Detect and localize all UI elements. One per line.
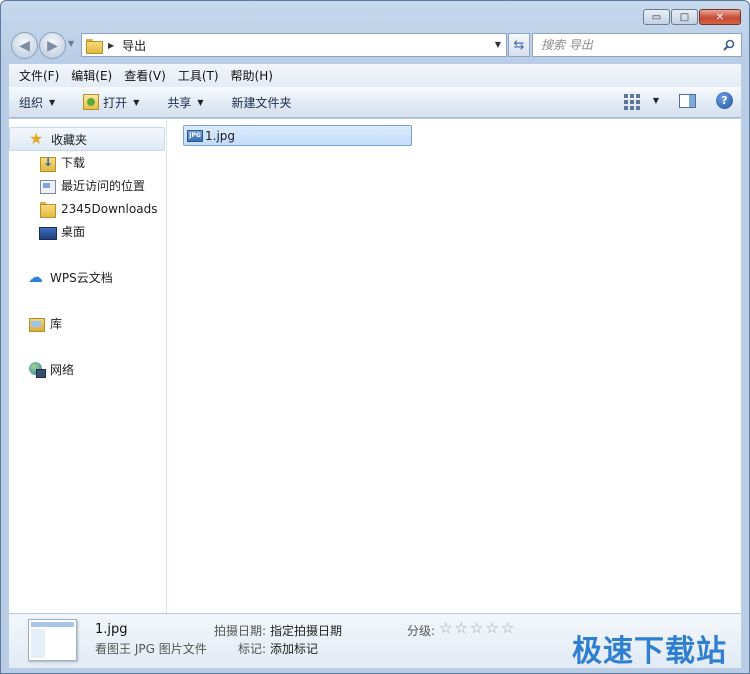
breadcrumb-current[interactable]: 导出 xyxy=(122,37,146,54)
sidebar-item-2345downloads[interactable]: 2345Downloads xyxy=(9,197,167,220)
recent-places-icon xyxy=(39,178,56,194)
caption-buttons: ▭ □ ✕ xyxy=(643,9,741,25)
sidebar-item-label: 收藏夹 xyxy=(51,132,88,147)
star-outline-icon[interactable]: ☆ xyxy=(454,621,467,636)
chevron-down-icon: ▼ xyxy=(197,97,204,107)
new-folder-button[interactable]: 新建文件夹 xyxy=(223,94,301,111)
tags-value[interactable]: 添加标记 xyxy=(270,640,318,657)
folder-icon xyxy=(39,201,56,218)
cloud-icon: ☁ xyxy=(28,268,43,286)
menu-view[interactable]: 查看(V) xyxy=(118,67,172,84)
sidebar-item-downloads[interactable]: 下载 xyxy=(9,151,167,174)
recent-pages-dropdown[interactable]: ▼ xyxy=(68,39,74,48)
toolbar-right: ▼ ? xyxy=(623,92,733,110)
menu-help[interactable]: 帮助(H) xyxy=(225,67,279,84)
star-outline-icon[interactable]: ☆ xyxy=(470,621,483,636)
sidebar-item-recent-places[interactable]: 最近访问的位置 xyxy=(9,174,167,197)
file-list[interactable]: JPG 1.jpg xyxy=(168,119,741,613)
command-bar: 组织 ▼ 打开 ▼ 共享 ▼ 新建文件夹 ▼ ? xyxy=(9,87,741,118)
details-file-type: 看图王 JPG 图片文件 xyxy=(95,642,207,656)
date-taken-value[interactable]: 指定拍摄日期 xyxy=(270,622,342,639)
sidebar-item-label: 网络 xyxy=(50,362,75,377)
chevron-down-icon[interactable]: ▼ xyxy=(653,96,659,105)
forward-button[interactable]: ▶ xyxy=(39,32,66,59)
open-label: 打开 xyxy=(103,95,128,110)
sidebar-item-label: 下载 xyxy=(61,156,86,170)
minimize-button[interactable]: ▭ xyxy=(643,9,670,25)
library-icon xyxy=(28,315,45,332)
sidebar-item-label: 2345Downloads xyxy=(61,201,158,216)
date-taken-label: 拍摄日期: xyxy=(214,624,267,638)
image-viewer-icon xyxy=(83,94,100,110)
refresh-icon: ⇆ xyxy=(513,37,525,53)
network-icon xyxy=(28,361,46,378)
refresh-button[interactable]: ⇆ xyxy=(508,33,530,57)
search-input[interactable] xyxy=(541,38,711,52)
address-dropdown-icon[interactable]: ▼ xyxy=(495,40,501,49)
explorer-window: ▭ □ ✕ ◀ ▶ ▼ ▶ 导出 ▼ ⇆ 文件(F) 编辑(E) 查看(V) 工… xyxy=(0,0,750,674)
sidebar-item-network[interactable]: 网络 xyxy=(9,358,167,380)
organize-button[interactable]: 组织 ▼ xyxy=(9,94,64,111)
sidebar-item-favorites[interactable]: ★ 收藏夹 xyxy=(9,127,165,151)
new-folder-label: 新建文件夹 xyxy=(231,95,292,110)
folder-icon xyxy=(86,38,103,54)
rating-stars[interactable]: ☆ ☆ ☆ ☆ ☆ xyxy=(439,621,514,636)
download-folder-icon xyxy=(39,155,56,172)
jpg-file-icon: JPG xyxy=(187,129,203,142)
details-pane: 1.jpg 看图王 JPG 图片文件 拍摄日期: 指定拍摄日期 标记: 添加标记… xyxy=(9,613,741,669)
favorites-group: ★ 收藏夹 下载 最近访问的位置 2345Downloads 桌面 xyxy=(9,127,167,243)
main-content: ★ 收藏夹 下载 最近访问的位置 2345Downloads 桌面 xyxy=(9,119,741,613)
menu-tools[interactable]: 工具(T) xyxy=(172,67,225,84)
star-outline-icon[interactable]: ☆ xyxy=(485,621,498,636)
sidebar-item-label: 最近访问的位置 xyxy=(61,179,146,193)
share-label: 共享 xyxy=(167,95,192,110)
star-outline-icon[interactable]: ☆ xyxy=(501,621,514,636)
address-bar[interactable]: ▶ 导出 ▼ xyxy=(81,33,507,57)
back-arrow-icon: ◀ xyxy=(19,37,30,54)
watermark-logo: 极速下载站 xyxy=(572,634,727,669)
preview-pane-icon[interactable] xyxy=(679,93,696,108)
close-button[interactable]: ✕ xyxy=(699,9,741,25)
rating-label: 分级: xyxy=(407,624,436,638)
sidebar-item-wps-cloud[interactable]: ☁ WPS云文档 xyxy=(9,266,167,288)
forward-arrow-icon: ▶ xyxy=(47,37,58,54)
file-thumbnail xyxy=(28,619,77,661)
navigation-pane: ★ 收藏夹 下载 最近访问的位置 2345Downloads 桌面 xyxy=(9,119,167,613)
file-name: 1.jpg xyxy=(205,128,236,143)
file-item[interactable]: JPG 1.jpg xyxy=(183,125,412,146)
search-icon[interactable] xyxy=(723,39,735,51)
navigation-row: ◀ ▶ ▼ ▶ 导出 ▼ ⇆ xyxy=(9,31,742,59)
menu-bar: 文件(F) 编辑(E) 查看(V) 工具(T) 帮助(H) xyxy=(9,64,741,87)
sidebar-item-libraries[interactable]: 库 xyxy=(9,312,167,334)
sidebar-item-desktop[interactable]: 桌面 xyxy=(9,220,167,243)
details-file-name: 1.jpg xyxy=(95,622,128,637)
menu-file[interactable]: 文件(F) xyxy=(13,67,65,84)
chevron-down-icon: ▼ xyxy=(49,97,56,107)
tags-label: 标记: xyxy=(238,642,267,656)
maximize-button[interactable]: □ xyxy=(671,9,698,25)
back-button[interactable]: ◀ xyxy=(11,32,38,59)
chevron-down-icon: ▼ xyxy=(133,97,140,107)
sidebar-item-label: WPS云文档 xyxy=(50,270,113,285)
libraries-group: 库 xyxy=(9,312,167,334)
sidebar-item-label: 库 xyxy=(50,316,63,331)
open-button[interactable]: 打开 ▼ xyxy=(74,94,148,111)
star-outline-icon[interactable]: ☆ xyxy=(439,621,452,636)
network-group: 网络 xyxy=(9,358,167,380)
help-icon[interactable]: ? xyxy=(716,92,733,109)
star-icon: ★ xyxy=(29,129,44,148)
search-box[interactable] xyxy=(532,33,742,57)
wps-group: ☁ WPS云文档 xyxy=(9,266,167,288)
menu-edit[interactable]: 编辑(E) xyxy=(65,67,118,84)
desktop-icon xyxy=(39,224,57,240)
organize-label: 组织 xyxy=(19,95,44,110)
share-button[interactable]: 共享 ▼ xyxy=(158,94,212,111)
breadcrumb-separator-icon[interactable]: ▶ xyxy=(108,41,114,50)
sidebar-item-label: 桌面 xyxy=(61,225,86,239)
view-options-icon[interactable] xyxy=(623,93,640,110)
